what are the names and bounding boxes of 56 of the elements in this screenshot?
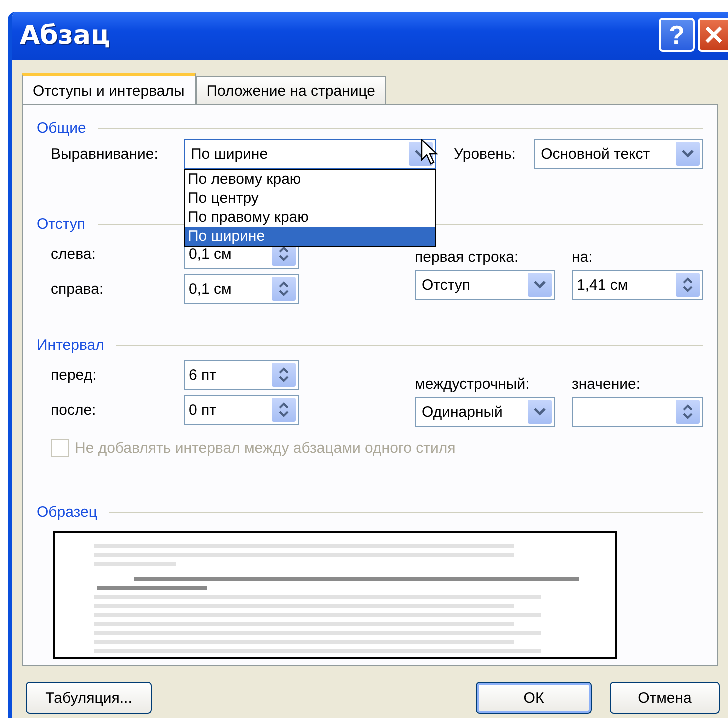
- close-icon: [705, 26, 723, 44]
- checkbox-label: Не добавлять интервал между абзацами одного стиля: [75, 440, 456, 456]
- close-button[interactable]: [698, 18, 728, 52]
- section-heading: Общие: [37, 120, 86, 136]
- chevron-down-icon: [534, 408, 546, 416]
- up-down-arrows-icon: [683, 277, 693, 293]
- field-value: 0 пт: [189, 402, 217, 418]
- section-heading: Образец: [37, 504, 98, 520]
- field-value: 1,41 см: [577, 276, 628, 294]
- chevron-down-icon: [682, 150, 694, 158]
- up-down-arrows-icon: [683, 404, 693, 420]
- spin-field[interactable]: [572, 397, 703, 427]
- help-button[interactable]: ?: [659, 18, 695, 52]
- field-label: перед:: [51, 366, 98, 384]
- window-title: Абзац: [20, 21, 110, 51]
- dropdown-combo[interactable]: Одинарный: [415, 397, 555, 427]
- field-label: после:: [51, 402, 98, 418]
- spin-field[interactable]: 6 пт: [184, 360, 299, 390]
- spin-field[interactable]: 0 пт: [184, 395, 299, 425]
- dropdown-option[interactable]: По ширине: [185, 227, 435, 246]
- field-label: первая строка:: [415, 249, 520, 266]
- field-label: значение:: [572, 376, 642, 393]
- field-value: 0,1 см: [189, 246, 232, 262]
- section-heading: Отступ: [37, 216, 86, 232]
- combo-value: Одинарный: [422, 404, 503, 420]
- tab[interactable]: Положение на странице: [196, 76, 386, 104]
- field-label: Выравнивание:: [51, 146, 160, 162]
- dropdown-combo[interactable]: Отступ: [415, 270, 555, 300]
- up-down-arrows-icon: [279, 281, 289, 297]
- field-label: междустрочный:: [415, 376, 531, 393]
- up-down-arrows-icon: [279, 246, 289, 262]
- field-label: слева:: [51, 246, 97, 262]
- chevron-down-icon: [534, 281, 546, 289]
- field-label: на:: [572, 249, 594, 266]
- level-combo[interactable]: Основной текст: [534, 139, 703, 169]
- up-down-arrows-icon: [279, 367, 289, 383]
- mouse-pointer-icon: [421, 139, 439, 165]
- dropdown-option[interactable]: По правому краю: [185, 208, 435, 227]
- tab[interactable]: Отступы и интервалы: [22, 73, 196, 105]
- combo-value: Основной текст: [541, 146, 650, 162]
- dialog-button[interactable]: Отмена: [610, 682, 720, 714]
- up-down-arrows-icon: [279, 402, 289, 418]
- combo-value: По ширине: [191, 146, 268, 162]
- dropdown-option[interactable]: По левому краю: [185, 170, 435, 189]
- dialog-button[interactable]: Табуляция...: [26, 682, 152, 714]
- dialog-button[interactable]: ОК: [476, 682, 592, 714]
- alignment-combo[interactable]: По ширине: [184, 139, 436, 169]
- field-value: 6 пт: [189, 366, 217, 384]
- spin-field[interactable]: 0,1 см: [184, 274, 299, 304]
- spin-field[interactable]: 1,41 см: [572, 270, 703, 300]
- combo-value: Отступ: [422, 276, 471, 294]
- dropdown-option[interactable]: По центру: [185, 189, 435, 208]
- section-heading: Интервал: [37, 336, 104, 354]
- field-label: Уровень:: [454, 146, 516, 162]
- field-value: 0,1 см: [189, 280, 232, 298]
- field-label: справа:: [51, 280, 105, 298]
